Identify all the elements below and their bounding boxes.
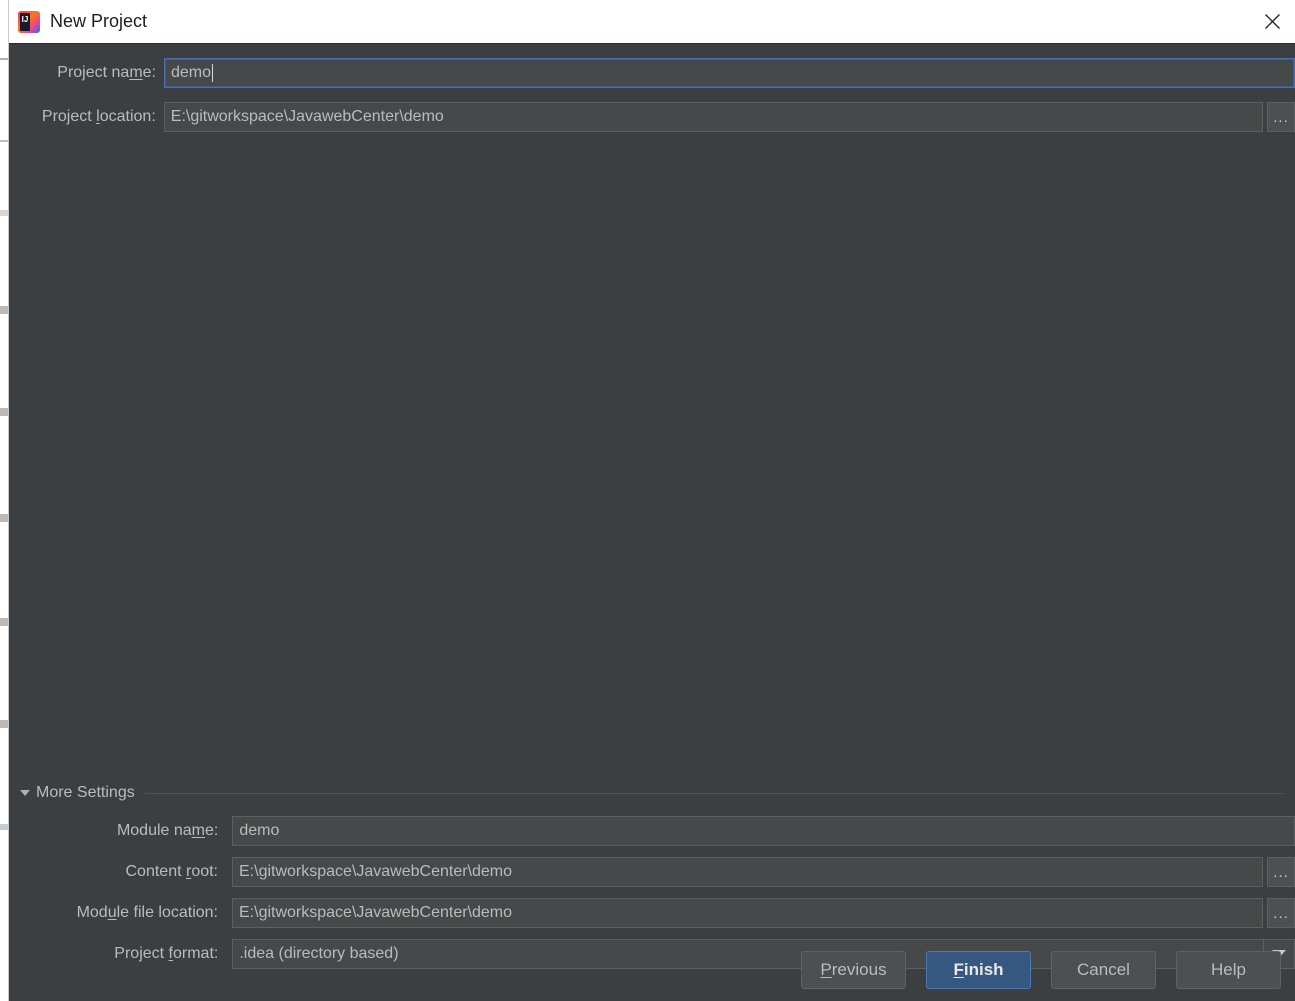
previous-button[interactable]: Previous bbox=[801, 951, 906, 989]
module-file-location-row: Module file location: E:\gitworkspace\Ja… bbox=[9, 898, 1295, 928]
project-location-label: Project location: bbox=[41, 108, 156, 125]
new-project-dialog-window: New Project Project name: demo Project l… bbox=[0, 0, 1295, 1001]
dialog-body: Project name: demo Project location: E:\… bbox=[9, 43, 1295, 1001]
finish-button[interactable]: Finish bbox=[926, 951, 1031, 989]
section-divider bbox=[144, 792, 1285, 794]
content-root-value: E:\gitworkspace\JavawebCenter\demo bbox=[239, 863, 513, 880]
more-settings-label: More Settings bbox=[36, 784, 135, 801]
module-file-location-browse-button[interactable]: ... bbox=[1267, 898, 1295, 928]
dialog-button-bar: Previous Finish Cancel Help bbox=[801, 951, 1281, 989]
background-window-content bbox=[0, 44, 8, 1001]
close-icon[interactable] bbox=[1249, 0, 1295, 43]
module-name-value: demo bbox=[239, 822, 280, 839]
background-window-strip bbox=[0, 0, 9, 1001]
chevron-down-icon bbox=[20, 790, 30, 796]
module-name-row: Module name: demo bbox=[9, 816, 1295, 846]
intellij-idea-icon bbox=[18, 10, 40, 33]
help-button[interactable]: Help bbox=[1176, 951, 1281, 989]
content-root-row: Content root: E:\gitworkspace\JavawebCen… bbox=[9, 857, 1295, 887]
more-settings-header[interactable]: More Settings bbox=[20, 782, 1285, 804]
module-file-location-label: Module file location: bbox=[76, 904, 218, 921]
text-caret bbox=[212, 64, 214, 82]
module-name-input[interactable]: demo bbox=[232, 816, 1295, 846]
project-location-row: Project location: E:\gitworkspace\Javawe… bbox=[9, 102, 1295, 132]
project-name-label: Project name: bbox=[57, 64, 156, 81]
cancel-button[interactable]: Cancel bbox=[1051, 951, 1156, 989]
module-name-label: Module name: bbox=[116, 822, 219, 839]
project-name-value: demo bbox=[171, 64, 212, 81]
project-location-input[interactable]: E:\gitworkspace\JavawebCenter\demo bbox=[163, 102, 1264, 132]
project-format-label: Project format: bbox=[114, 945, 219, 962]
content-root-label: Content root: bbox=[125, 863, 219, 880]
module-file-location-value: E:\gitworkspace\JavawebCenter\demo bbox=[239, 904, 513, 921]
content-root-input[interactable]: E:\gitworkspace\JavawebCenter\demo bbox=[232, 857, 1264, 887]
project-name-row: Project name: demo bbox=[9, 58, 1295, 88]
project-location-value: E:\gitworkspace\JavawebCenter\demo bbox=[170, 108, 444, 125]
content-root-browse-button[interactable]: ... bbox=[1267, 857, 1295, 887]
project-name-input[interactable]: demo bbox=[164, 58, 1295, 88]
project-location-browse-button[interactable]: ... bbox=[1267, 102, 1295, 132]
title-bar: New Project bbox=[9, 0, 1295, 43]
module-file-location-input[interactable]: E:\gitworkspace\JavawebCenter\demo bbox=[232, 898, 1264, 928]
window-title: New Project bbox=[50, 11, 148, 31]
